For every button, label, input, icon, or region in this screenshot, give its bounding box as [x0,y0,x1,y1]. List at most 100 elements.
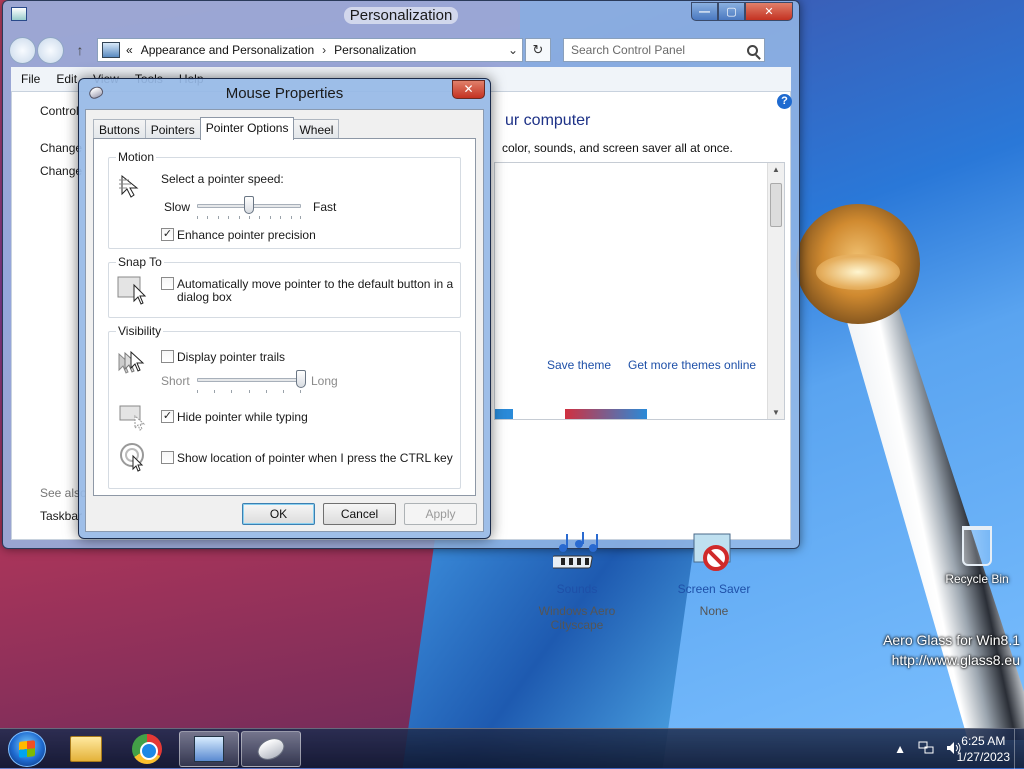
system-tray: ▲ [882,729,962,769]
show-desktop-button[interactable] [1014,729,1024,769]
taskbar: ▲ 6:25 AM 1/27/2023 [0,728,1024,769]
sounds-item[interactable]: Sounds Windows Aero Cityscape [512,530,642,632]
search-input[interactable]: Search Control Panel [563,38,765,62]
breadcrumb-appearance[interactable]: Appearance and Personalization [141,43,314,57]
mouse-properties-dialog: Mouse Properties ✕ Buttons Pointers Poin… [78,78,491,539]
breadcrumb-overflow[interactable]: « [126,43,133,57]
get-more-themes-link[interactable]: Get more themes online [628,358,756,372]
visibility-group-title: Visibility [116,324,164,338]
help-icon[interactable]: ? [777,94,792,109]
save-theme-link[interactable]: Save theme [547,358,611,372]
back-button[interactable] [9,36,36,64]
hide-pointer-label[interactable]: Hide pointer while typing [177,410,308,424]
speed-tick [270,216,271,219]
tab-pointer-options[interactable]: Pointer Options [199,117,295,140]
speed-tick [300,216,301,219]
recycle-bin-desktop-icon[interactable]: Recycle Bin [942,526,1012,586]
sounds-label[interactable]: Sounds [512,582,642,596]
theme-thumbnail-partial[interactable] [495,409,513,419]
enhance-precision-label[interactable]: Enhance pointer precision [177,228,316,242]
tab-strip: Buttons Pointers Pointer Options Wheel [93,117,340,140]
taskbar-link[interactable]: Taskbar [40,509,82,523]
trail-length-slider-thumb[interactable] [296,370,306,388]
watermark-line-2: http://www.glass8.eu [891,652,1020,668]
recycle-bin-icon [962,526,992,566]
clock-time: 6:25 AM [961,734,1006,748]
pointer-trails-label[interactable]: Display pointer trails [177,350,285,364]
theme-thumbnail-partial[interactable] [565,409,647,419]
taskbar-control-panel[interactable] [179,731,239,767]
dialog-titlebar[interactable]: Mouse Properties ✕ [79,79,490,109]
maximize-button[interactable]: ▢ [718,2,745,21]
trail-tick [300,390,301,393]
trail-length-slider[interactable] [197,378,301,382]
motion-group: Motion Select a pointer speed: Slow Fast… [108,150,461,249]
taskbar-mouse-properties[interactable] [241,731,301,767]
menu-edit[interactable]: Edit [56,72,77,86]
control-panel-icon [102,42,120,58]
tab-wheel[interactable]: Wheel [293,119,340,139]
network-icon[interactable] [918,741,934,758]
clock-date: 1/27/2023 [956,750,1010,764]
trail-tick [283,390,284,393]
sounds-value: Windows Aero Cityscape [538,604,616,632]
screen-saver-item[interactable]: Screen Saver None [649,530,779,618]
dialog-close-button[interactable]: ✕ [452,80,485,99]
chevron-down-icon[interactable]: ⌄ [504,43,522,57]
search-placeholder: Search Control Panel [571,43,686,57]
snap-to-label-line-1[interactable]: Automatically move pointer to the defaul… [177,277,453,291]
minimize-button[interactable]: — [691,2,718,21]
scrollbar-thumb[interactable] [770,183,782,227]
music-notes-keyboard-icon [550,530,601,578]
enhance-precision-checkbox[interactable]: ✓ [161,228,174,241]
speed-tick [239,216,240,219]
tab-buttons[interactable]: Buttons [93,119,146,139]
watermark-line-1: Aero Glass for Win8.1 [883,632,1020,648]
close-button[interactable]: ✕ [745,2,793,21]
forward-button[interactable] [37,36,64,64]
show-location-label[interactable]: Show location of pointer when I press th… [177,451,453,465]
tab-pointers[interactable]: Pointers [144,119,201,139]
screen-saver-label[interactable]: Screen Saver [649,582,779,596]
sidebar-link-1[interactable]: Change [40,141,82,155]
ok-button[interactable]: OK [242,503,315,525]
aero-glass-watermark: Aero Glass for Win8.1 http://www.glass8.… [883,630,1020,670]
scroll-down-icon[interactable]: ▼ [768,408,784,417]
search-icon[interactable] [747,44,758,56]
show-location-checkbox[interactable] [161,451,174,464]
themes-list[interactable]: Save theme Get more themes online ▲ ▼ [494,162,785,420]
snap-to-checkbox[interactable] [161,277,174,290]
refresh-button[interactable]: ↻ [525,38,551,62]
apply-button[interactable]: Apply [404,503,477,525]
control-panel-home-link[interactable]: Control [40,104,79,118]
page-description: color, sounds, and screen saver all at o… [502,141,733,155]
up-arrow-icon[interactable]: ↑ [69,42,91,58]
hide-pointer-checkbox[interactable]: ✓ [161,410,174,423]
cancel-button[interactable]: Cancel [323,503,396,525]
control-panel-icon [194,736,224,762]
scroll-up-icon[interactable]: ▲ [768,165,784,174]
pointer-speed-slider-thumb[interactable] [244,196,254,214]
show-hidden-icons-button[interactable]: ▲ [894,742,906,756]
breadcrumb-personalization[interactable]: Personalization [334,43,416,57]
dialog-content: Buttons Pointers Pointer Options Wheel M… [85,109,484,532]
pointer-trails-checkbox[interactable] [161,350,174,363]
snap-to-label-line-2[interactable]: dialog box [177,290,232,304]
start-button[interactable] [8,731,46,767]
menu-file[interactable]: File [21,72,40,86]
themes-scrollbar[interactable]: ▲ ▼ [767,163,784,419]
address-bar[interactable]: « Appearance and Personalization › Perso… [97,38,523,62]
taskbar-file-explorer[interactable] [56,731,116,767]
sidebar-link-2[interactable]: Change [40,164,82,178]
breadcrumb-separator-icon[interactable]: › [322,43,326,57]
taskbar-chrome[interactable] [117,731,177,767]
clock[interactable]: 6:25 AM 1/27/2023 [957,733,1010,765]
visibility-group: Visibility Display pointer trails Short [108,324,461,489]
pointer-speed-ticks [197,216,301,220]
trail-tick [197,390,198,393]
short-label: Short [161,374,190,388]
wallpaper-tower-top [796,204,920,324]
fast-label: Fast [313,200,337,214]
personalization-titlebar[interactable]: Personalization — ▢ ✕ [3,1,799,31]
show-location-icon [119,442,149,472]
